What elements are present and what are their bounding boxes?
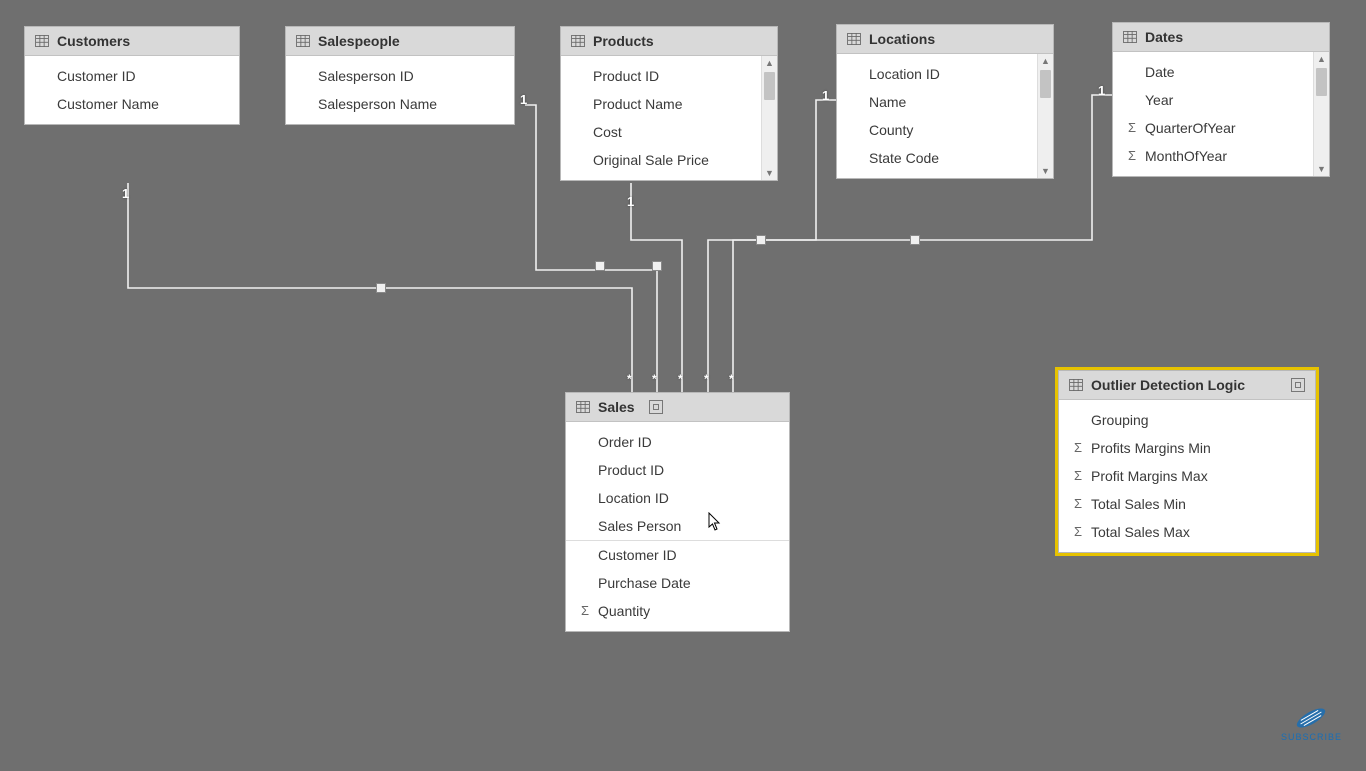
cardinality-one: 1	[822, 88, 829, 103]
table-title: Customers	[57, 33, 130, 49]
table-salespeople[interactable]: Salespeople Salesperson ID Salesperson N…	[285, 26, 515, 125]
field-row[interactable]: Product Name	[561, 90, 777, 118]
table-customers[interactable]: Customers Customer ID Customer Name	[24, 26, 240, 125]
table-header[interactable]: Locations	[837, 25, 1053, 54]
table-icon	[1069, 379, 1083, 391]
table-icon	[35, 35, 49, 47]
storage-mode-icon	[1291, 378, 1305, 392]
cardinality-one: 1	[627, 194, 634, 209]
field-row[interactable]: ΣTotal Sales Max	[1059, 518, 1315, 546]
cardinality-one: 1	[1098, 83, 1105, 98]
table-header[interactable]: Dates	[1113, 23, 1329, 52]
table-header[interactable]: Customers	[25, 27, 239, 56]
field-row[interactable]: ΣProfits Margins Min	[1059, 434, 1315, 462]
table-dates[interactable]: Dates Date Year ΣQuarterOfYear ΣMonthOfY…	[1112, 22, 1330, 177]
field-row[interactable]: Customer ID	[25, 62, 239, 90]
table-locations[interactable]: Locations Location ID Name County State …	[836, 24, 1054, 179]
scroll-thumb[interactable]	[1040, 70, 1051, 98]
field-row[interactable]: Product ID	[566, 456, 789, 484]
table-header[interactable]: Products	[561, 27, 777, 56]
table-title: Outlier Detection Logic	[1091, 377, 1245, 393]
cardinality-many: *	[678, 372, 683, 386]
scroll-thumb[interactable]	[764, 72, 775, 100]
field-row[interactable]: Customer ID	[566, 540, 789, 569]
watermark-text: SUBSCRIBE	[1281, 732, 1342, 742]
sigma-icon: Σ	[1069, 437, 1087, 459]
field-row[interactable]: Location ID	[837, 60, 1053, 88]
field-row[interactable]: ΣTotal Sales Min	[1059, 490, 1315, 518]
cardinality-many: *	[704, 372, 709, 386]
watermark: SUBSCRIBE	[1281, 706, 1342, 742]
table-icon	[1123, 31, 1137, 43]
scrollbar[interactable]: ▲ ▼	[1313, 52, 1329, 176]
field-row[interactable]: Salesperson Name	[286, 90, 514, 118]
table-title: Salespeople	[318, 33, 400, 49]
field-row[interactable]: Customer Name	[25, 90, 239, 118]
table-icon	[576, 401, 590, 413]
field-row[interactable]: ΣQuarterOfYear	[1113, 114, 1329, 142]
sigma-icon: Σ	[1069, 465, 1087, 487]
field-row[interactable]: State Code	[837, 144, 1053, 172]
table-header[interactable]: Salespeople	[286, 27, 514, 56]
table-header[interactable]: Sales	[566, 393, 789, 422]
table-title: Dates	[1145, 29, 1183, 45]
scroll-down-icon[interactable]: ▼	[1314, 162, 1329, 176]
scroll-down-icon[interactable]: ▼	[1038, 164, 1053, 178]
scrollbar[interactable]: ▲ ▼	[1037, 54, 1053, 178]
sigma-icon: Σ	[1069, 521, 1087, 543]
scrollbar[interactable]: ▲ ▼	[761, 56, 777, 180]
table-header[interactable]: Outlier Detection Logic	[1059, 371, 1315, 400]
field-row[interactable]: ΣMonthOfYear	[1113, 142, 1329, 170]
sigma-icon: Σ	[1123, 117, 1141, 139]
scroll-down-icon[interactable]: ▼	[762, 166, 777, 180]
field-row[interactable]: Original Sale Price	[561, 146, 777, 174]
table-icon	[847, 33, 861, 45]
field-row[interactable]: Date	[1113, 58, 1329, 86]
field-row[interactable]: Sales Person	[566, 512, 789, 540]
field-row[interactable]: ΣProfit Margins Max	[1059, 462, 1315, 490]
table-title: Products	[593, 33, 654, 49]
field-row[interactable]: Name	[837, 88, 1053, 116]
table-outlier-detection-logic[interactable]: Outlier Detection Logic Grouping ΣProfit…	[1058, 370, 1316, 553]
table-products[interactable]: Products Product ID Product Name Cost Or…	[560, 26, 778, 181]
field-row[interactable]: Salesperson ID	[286, 62, 514, 90]
table-title: Sales	[598, 399, 635, 415]
scroll-up-icon[interactable]: ▲	[762, 56, 777, 70]
field-row[interactable]: Cost	[561, 118, 777, 146]
storage-mode-icon	[649, 400, 663, 414]
scroll-thumb[interactable]	[1316, 68, 1327, 96]
field-row[interactable]: Grouping	[1059, 406, 1315, 434]
table-icon	[571, 35, 585, 47]
field-row[interactable]: County	[837, 116, 1053, 144]
cardinality-many: *	[627, 372, 632, 386]
field-row[interactable]: Order ID	[566, 428, 789, 456]
sigma-icon: Σ	[1123, 145, 1141, 167]
cardinality-one: 1	[122, 186, 129, 201]
sigma-icon: Σ	[576, 600, 594, 622]
field-row[interactable]: Location ID	[566, 484, 789, 512]
cardinality-one: 1	[520, 92, 527, 107]
table-icon	[296, 35, 310, 47]
cardinality-many: *	[729, 372, 734, 386]
cardinality-many: *	[652, 372, 657, 386]
sigma-icon: Σ	[1069, 493, 1087, 515]
scroll-up-icon[interactable]: ▲	[1038, 54, 1053, 68]
scroll-up-icon[interactable]: ▲	[1314, 52, 1329, 66]
field-row[interactable]: Year	[1113, 86, 1329, 114]
field-row[interactable]: Purchase Date	[566, 569, 789, 597]
field-row[interactable]: ΣQuantity	[566, 597, 789, 625]
table-sales[interactable]: Sales Order ID Product ID Location ID Sa…	[565, 392, 790, 632]
table-title: Locations	[869, 31, 935, 47]
field-row[interactable]: Product ID	[561, 62, 777, 90]
